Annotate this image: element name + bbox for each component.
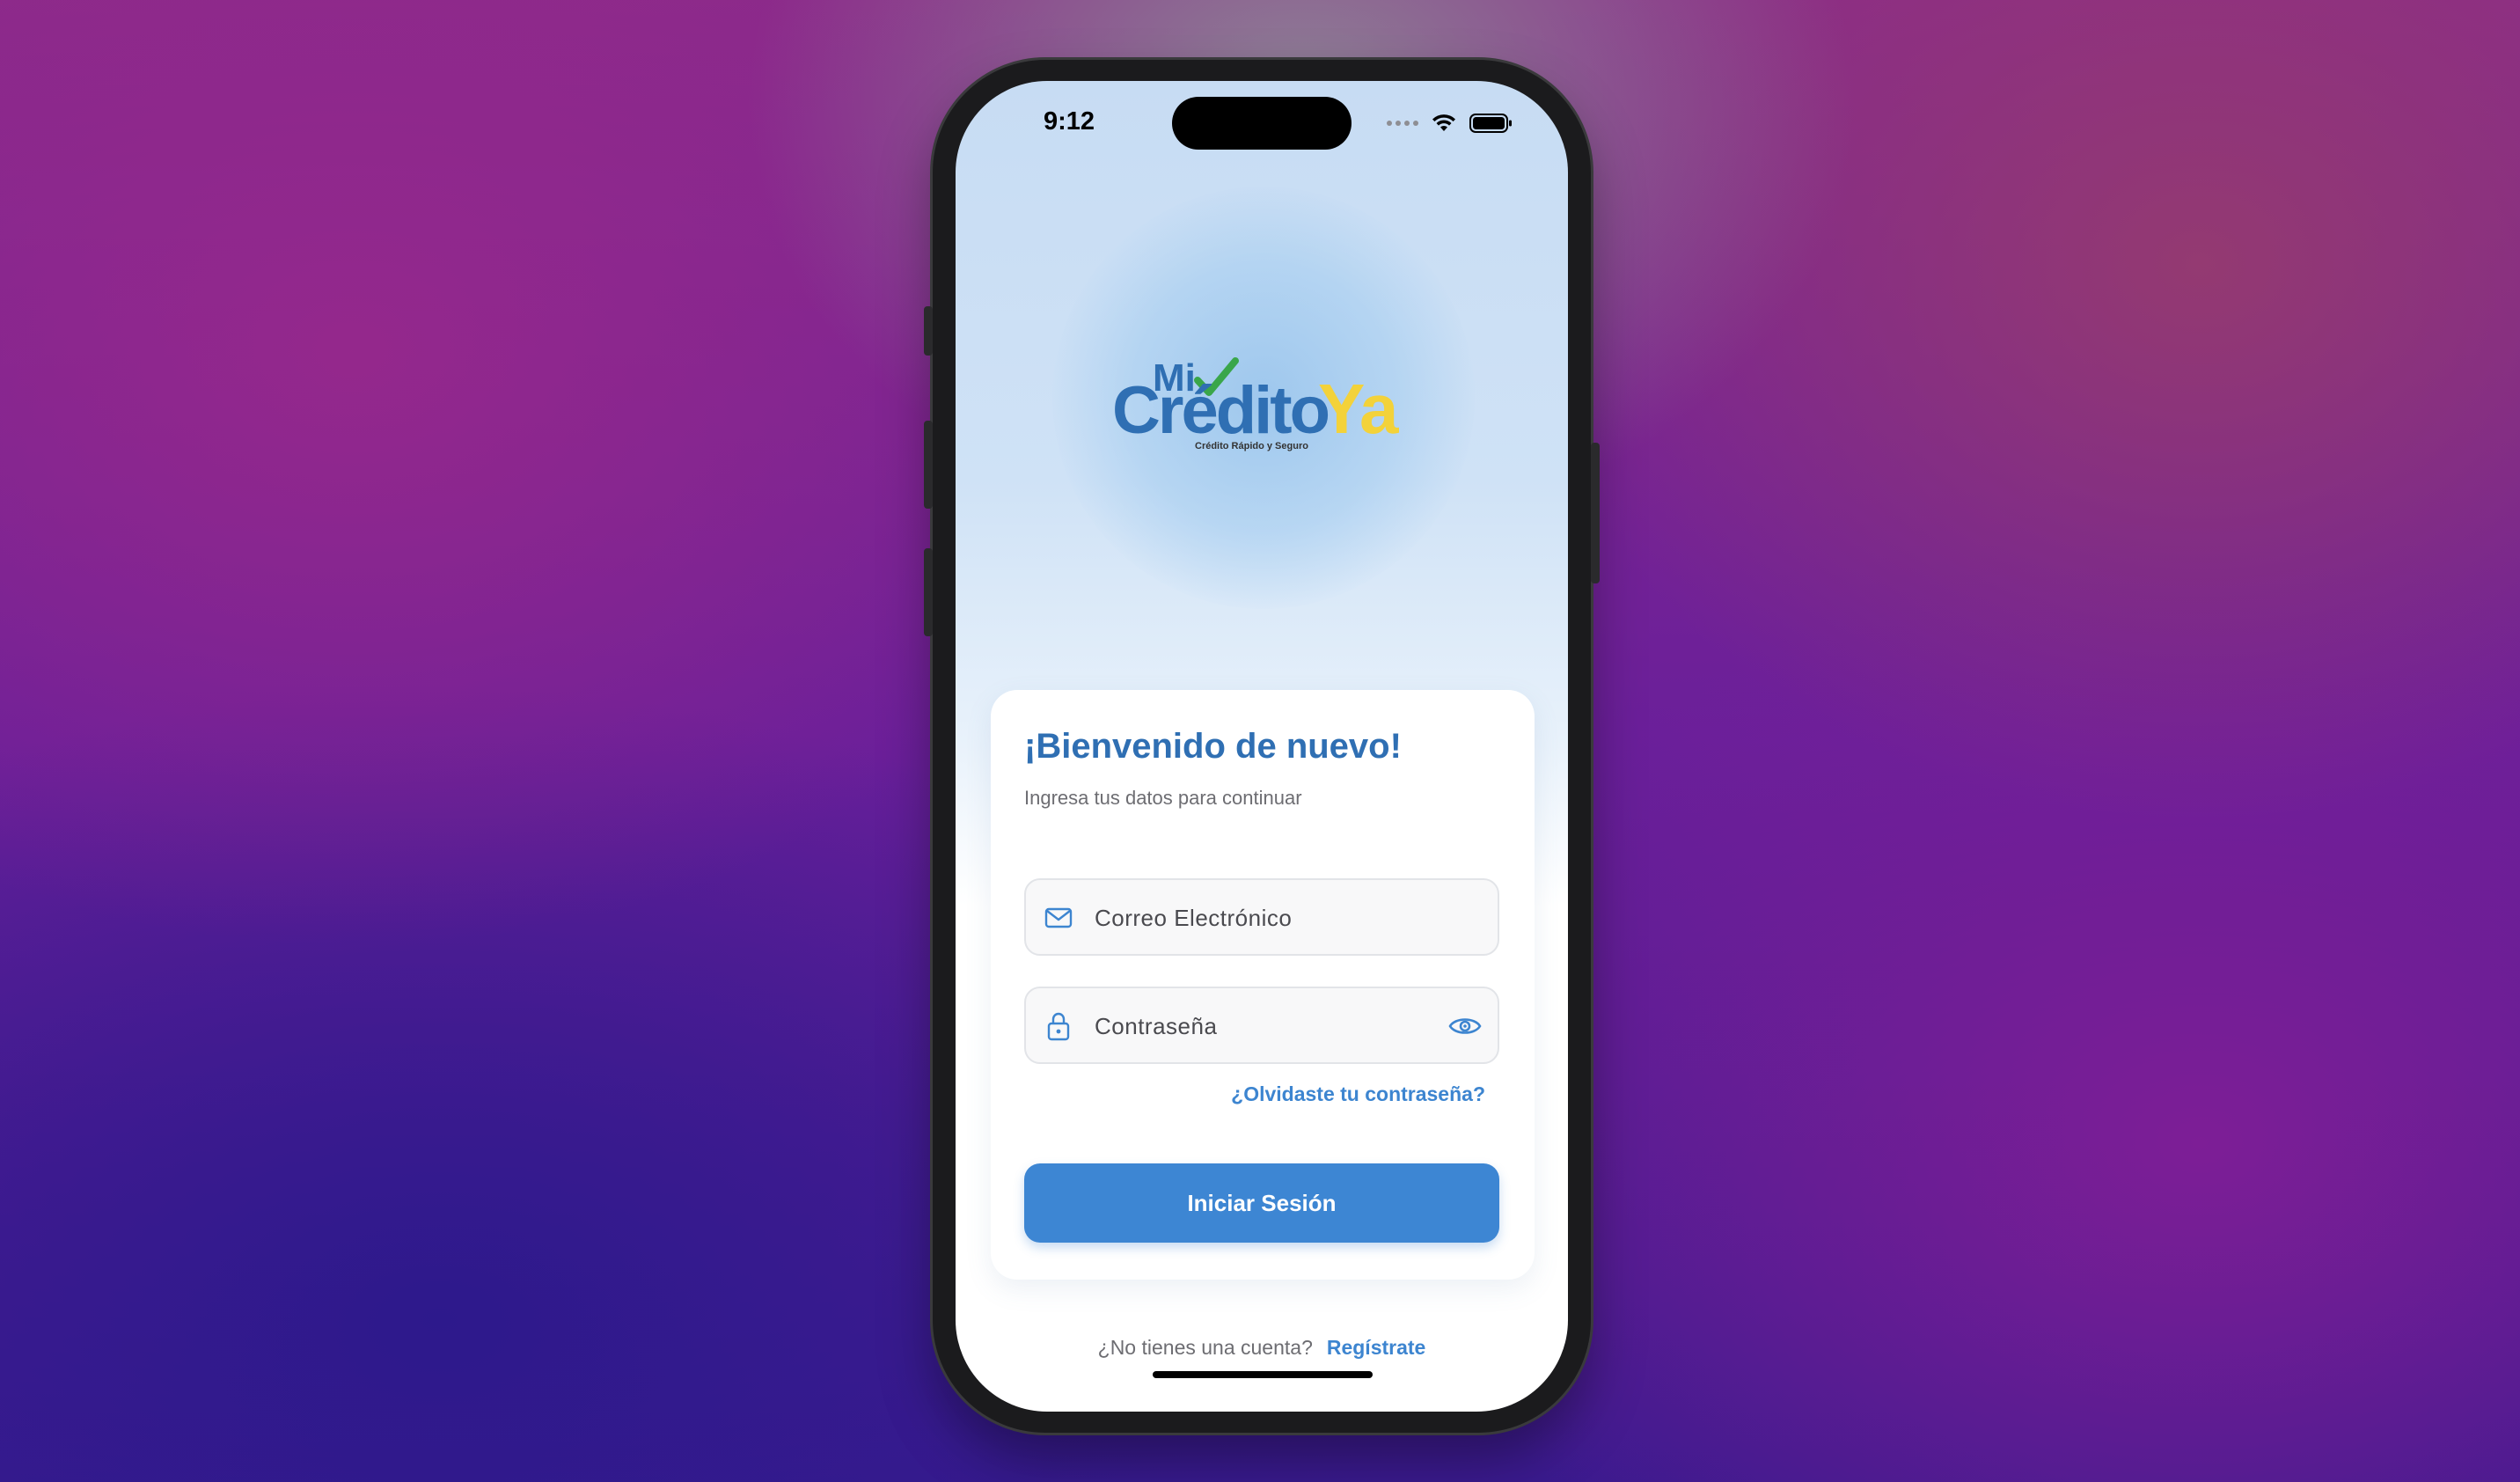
cellular-signal-icon [1387,121,1418,126]
welcome-title: ¡Bienvenido de nuevo! [1024,727,1402,766]
lock-icon [1047,1012,1070,1041]
dynamic-island [1172,97,1352,150]
power-button [1591,443,1600,583]
logo-tagline: Crédito Rápido y Seguro [1195,441,1308,451]
login-button-label: Iniciar Sesión [1187,1189,1337,1216]
status-time: 9:12 [1044,107,1095,136]
volume-up-button [924,421,933,509]
password-placeholder: Contraseña [1095,1013,1218,1039]
desktop-background: 9:12 Mi Crédito Ya Crédito Rápido y Segu… [0,0,2520,1482]
mail-icon [1044,907,1073,928]
wifi-icon [1432,114,1455,131]
email-field[interactable]: Correo Electrónico [1024,878,1499,956]
eye-icon[interactable] [1448,1013,1482,1039]
email-placeholder: Correo Electrónico [1095,905,1293,931]
logo-credito: Crédito [1114,373,1329,448]
battery-icon [1469,114,1512,133]
logo-ya: Ya [1318,370,1399,448]
signup-question: ¿No tienes una cuenta? [1097,1336,1313,1359]
welcome-subtitle: Ingresa tus datos para continuar [1024,787,1302,809]
signup-link[interactable]: Regístrate [1327,1336,1425,1359]
signup-row: ¿No tienes una cuenta? Regístrate [956,1336,1568,1360]
app-screen: 9:12 Mi Crédito Ya Crédito Rápido y Segu… [956,81,1568,1412]
volume-down-button [924,548,933,636]
action-button [924,306,933,356]
forgot-password-link[interactable]: ¿Olvidaste tu contraseña? [1231,1082,1485,1106]
mi-credito-ya-logo: Mi Crédito Ya Crédito Rápido y Seguro [1114,356,1401,451]
password-field[interactable]: Contraseña [1024,987,1499,1064]
status-icons [1387,113,1513,134]
home-indicator[interactable] [1153,1371,1373,1378]
phone-frame: 9:12 Mi Crédito Ya Crédito Rápido y Segu… [924,60,1600,1433]
login-button[interactable]: Iniciar Sesión [1024,1163,1499,1243]
login-card: ¡Bienvenido de nuevo! Ingresa tus datos … [991,690,1535,1280]
status-bar: 9:12 [956,81,1568,169]
